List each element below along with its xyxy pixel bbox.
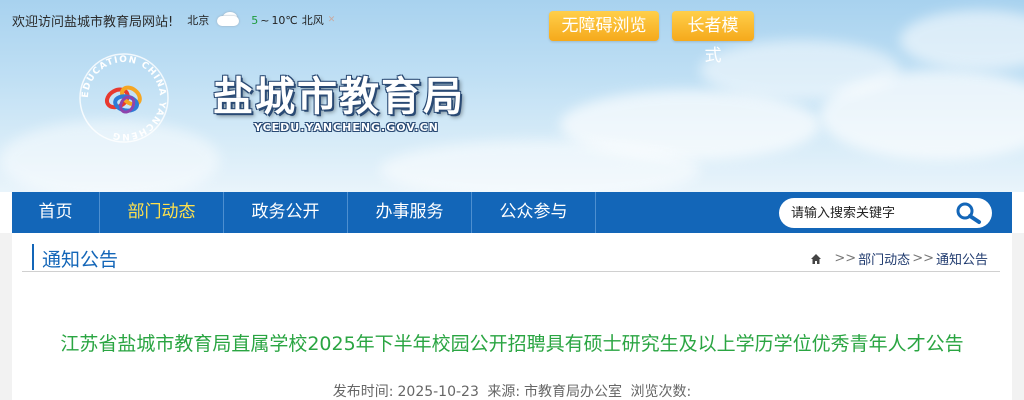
publish-date: 2025-10-23 <box>397 384 479 400</box>
breadcrumb-separator: >> <box>912 251 934 266</box>
source-value: 市教育局办公室 <box>524 384 623 400</box>
article-meta: 发布时间: 2025-10-23 来源: 市教育局办公室 浏览次数: <box>12 381 1012 400</box>
logo-emblem <box>104 85 142 114</box>
weather-widget: 北京 5 ~ 10℃ 北风 ✕ <box>187 12 336 28</box>
source-label: 来源: <box>487 384 521 400</box>
publish-label: 发布时间: <box>332 384 394 400</box>
section-header: 通知公告 >> 部门动态 >> 通知公告 <box>22 244 1000 272</box>
banner-cloud <box>380 140 700 192</box>
cloudy-icon <box>213 12 247 28</box>
search-input[interactable] <box>791 205 941 221</box>
search-icon[interactable] <box>954 201 982 225</box>
weather-wind: 北风 <box>301 14 324 27</box>
weather-temp-low: 5 <box>251 13 259 27</box>
site-title: 盐城市教育局 <box>213 74 465 120</box>
site-logo[interactable]: EDUCATION CHINA YANCHENG <box>78 52 170 144</box>
weather-city: 北京 <box>187 14 210 27</box>
breadcrumb-separator: >> <box>834 251 857 266</box>
weather-temp-high: 10℃ <box>271 13 298 27</box>
elder-mode-button[interactable]: 长者模式 <box>672 11 754 66</box>
views-label: 浏览次数: <box>630 384 692 400</box>
nav-item-home[interactable]: 首页 <box>12 192 100 233</box>
banner-cloud <box>900 10 1024 70</box>
breadcrumb-department-news[interactable]: 部门动态 <box>858 249 910 268</box>
section-title: 通知公告 <box>42 249 119 271</box>
accessibility-button[interactable]: 无障碍浏览 <box>549 11 659 41</box>
search-box <box>779 198 992 228</box>
home-icon[interactable] <box>810 253 822 265</box>
nav-item-government-affairs[interactable]: 政务公开 <box>224 192 348 233</box>
section-marker <box>32 244 34 270</box>
nav-item-services[interactable]: 办事服务 <box>348 192 472 233</box>
welcome-text: 欢迎访问盐城市教育局网站! <box>12 14 174 30</box>
breadcrumb: >> 部门动态 >> 通知公告 <box>810 249 988 268</box>
nav-item-department-news[interactable]: 部门动态 <box>100 192 224 233</box>
weather-temp-sep: ~ <box>260 13 270 27</box>
site-domain: YCEDU.YANCHENG.GOV.CN <box>254 121 439 134</box>
nav-item-public-participation[interactable]: 公众参与 <box>472 192 596 233</box>
breadcrumb-notices[interactable]: 通知公告 <box>936 249 988 268</box>
article-title: 江苏省盐城市教育局直属学校2025年下半年校园公开招聘具有硕士研究生及以上学历学… <box>60 333 964 355</box>
wind-icon: ✕ <box>327 15 336 25</box>
top-bar: 欢迎访问盐城市教育局网站! 北京 5 ~ 10℃ 北风 ✕ <box>12 10 336 30</box>
